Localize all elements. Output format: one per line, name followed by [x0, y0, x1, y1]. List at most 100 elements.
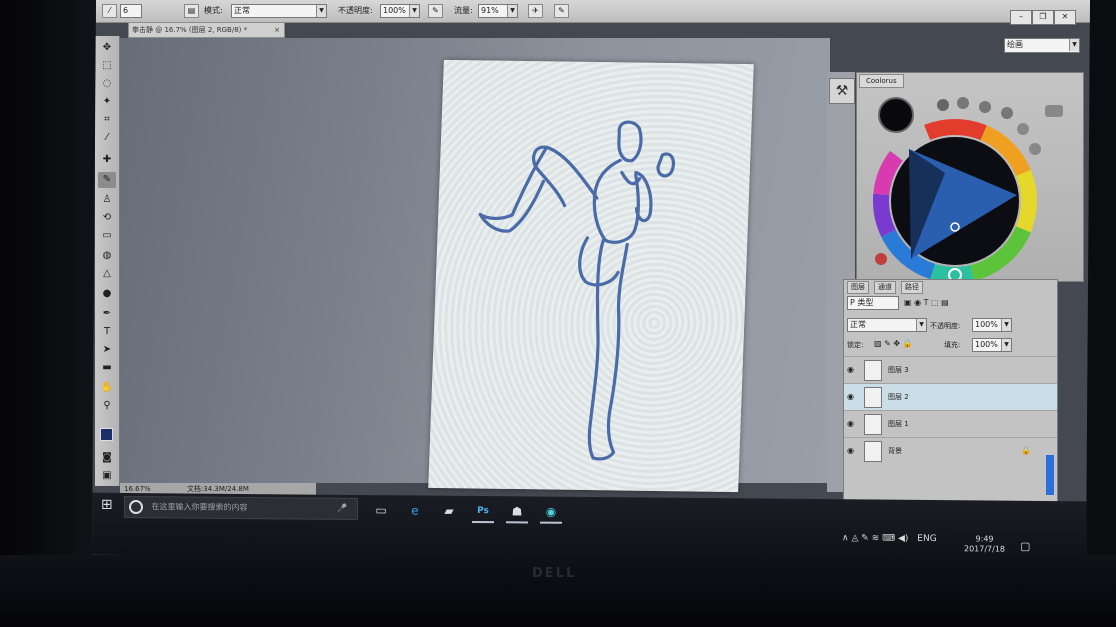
opacity-field[interactable]: 100% ▼: [380, 4, 420, 18]
layer-filter-icons[interactable]: ▣ ◉ T ⬚ ▤: [904, 298, 949, 307]
layer-thumbnail: [864, 441, 882, 462]
notification-icon[interactable]: ▢: [1020, 540, 1030, 553]
wifi-icon[interactable]: ≋: [872, 533, 880, 543]
mode-value: 正常: [234, 6, 250, 15]
search-placeholder: 在这里输入你要搜索的内容: [151, 502, 248, 513]
layer-name: 图层 2: [888, 393, 909, 401]
quick-select-tool-icon[interactable]: ✦: [98, 94, 116, 110]
history-brush-tool-icon[interactable]: ⟲: [98, 210, 116, 226]
sketch-fist: [656, 152, 675, 178]
close-icon[interactable]: ×: [274, 23, 280, 37]
swatch-slot: [1017, 123, 1029, 135]
toolbox: ✥ ⬚ ◌ ✦ ⌗ ⁄ ✚ ✎ ♙ ⟲ ▭ ◍ △ ● ✒ T ➤ ▬ ✋ ⚲ …: [95, 36, 120, 486]
pressure-size-icon[interactable]: ✎: [554, 4, 569, 18]
volume-icon[interactable]: ◀): [898, 534, 908, 544]
screen-mode-icon[interactable]: ▣: [98, 468, 116, 484]
mode-select[interactable]: 正常 ▼: [231, 4, 327, 18]
stamp-tool-icon[interactable]: ♙: [98, 192, 116, 208]
network-icon[interactable]: ◬: [851, 533, 858, 543]
tab-channels[interactable]: 通道: [874, 281, 896, 294]
crop-tool-icon[interactable]: ⌗: [98, 112, 116, 128]
lock-label: 锁定:: [847, 341, 864, 349]
windows-start-icon[interactable]: ⊞: [101, 497, 113, 513]
lock-icons[interactable]: ▨ ✎ ✥ 🔒: [874, 339, 913, 348]
tab-paths[interactable]: 路径: [901, 281, 923, 294]
eye-icon[interactable]: ◉: [847, 365, 854, 374]
app-icon[interactable]: ▰: [438, 501, 460, 521]
workspace-select[interactable]: 绘画 ▼: [1004, 38, 1080, 53]
eye-icon[interactable]: ◉: [847, 419, 854, 428]
eye-icon[interactable]: ◉: [847, 446, 854, 455]
app-mask-icon[interactable]: ☗: [506, 501, 528, 524]
workspace-value: 绘画: [1007, 40, 1023, 49]
swatch-slot: [937, 99, 949, 111]
opacity-value: 100%: [383, 6, 406, 15]
zoom-tool-icon[interactable]: ⚲: [98, 398, 116, 414]
zoom-readout[interactable]: 16.67%: [124, 485, 151, 493]
pressure-opacity-icon[interactable]: ✎: [428, 4, 443, 18]
tab-layers[interactable]: 图层: [847, 281, 869, 294]
eyedropper-tool-icon[interactable]: ⁄: [98, 130, 116, 146]
taskbar-search-box[interactable]: 在这里输入你要搜索的内容 🎤: [124, 495, 358, 520]
clock-date: 2017/7/18: [964, 544, 1006, 554]
pen-icon[interactable]: ✎: [861, 533, 869, 543]
layer-opacity-field[interactable]: 100% ▼: [972, 318, 1012, 332]
app-circle-icon[interactable]: ◉: [540, 501, 562, 524]
eye-icon[interactable]: ◉: [847, 392, 854, 401]
monitor-bezel-left: [0, 0, 100, 627]
layer-row[interactable]: ◉ 背景 🔒: [844, 437, 1057, 464]
lasso-tool-icon[interactable]: ◌: [98, 76, 116, 92]
minimize-button[interactable]: –: [1010, 10, 1032, 25]
restore-button[interactable]: ❐: [1032, 10, 1054, 25]
paint-bucket-tool-icon[interactable]: ◍: [98, 248, 116, 264]
keyboard-icon[interactable]: ⌨: [882, 534, 895, 544]
layers-panel: 图层 通道 路径 P 类型 ▣ ◉ T ⬚ ▤ 正常 ▼ 不透明度: 100% …: [843, 279, 1058, 503]
close-button[interactable]: ✕: [1054, 10, 1076, 25]
airbrush-icon[interactable]: ✈: [528, 4, 543, 18]
brush-tool-icon[interactable]: ✎: [98, 172, 116, 188]
shape-tool-icon[interactable]: ▬: [98, 360, 116, 376]
taskbar-clock[interactable]: 9:49 2017/7/18: [964, 534, 1005, 554]
pen-tool-icon[interactable]: ✒: [98, 306, 116, 322]
task-view-icon[interactable]: ▭: [370, 500, 392, 520]
edge-browser-icon[interactable]: e: [404, 500, 426, 520]
brush-panel-toggle-icon[interactable]: ▤: [184, 4, 199, 18]
brush-tool-preset-icon[interactable]: ⁄: [102, 4, 117, 18]
microphone-icon[interactable]: 🎤: [337, 499, 347, 519]
fill-field[interactable]: 100% ▼: [972, 338, 1012, 352]
coolorus-panel-button[interactable]: ⚒: [829, 78, 855, 104]
chevron-down-icon: ▼: [507, 5, 517, 17]
sketch-head: [617, 120, 643, 163]
dodge-tool-icon[interactable]: ●: [98, 286, 116, 302]
current-color-swatch: [878, 97, 914, 133]
layer-row-selected[interactable]: ◉ 图层 2: [844, 383, 1057, 410]
photoshop-icon[interactable]: Ps: [472, 500, 494, 524]
document-title: 拳击静 @ 16.7% (图层 2, RGB/8) *: [132, 26, 248, 34]
brush-size-picker[interactable]: 6: [120, 4, 142, 18]
flow-label: 流量:: [454, 6, 473, 15]
marquee-tool-icon[interactable]: ⬚: [98, 58, 116, 74]
hand-tool-icon[interactable]: ✋: [98, 380, 116, 396]
color-wheel[interactable]: [857, 73, 1083, 281]
panel-scrollbar[interactable]: [1046, 455, 1054, 495]
layer-thumbnail: [864, 414, 882, 435]
type-tool-icon[interactable]: T: [98, 324, 116, 340]
healing-tool-icon[interactable]: ✚: [98, 152, 116, 168]
quick-mask-icon[interactable]: ◙: [98, 450, 116, 466]
flow-field[interactable]: 91% ▼: [478, 4, 518, 18]
path-select-tool-icon[interactable]: ➤: [98, 342, 116, 358]
layer-filter-select[interactable]: P 类型: [847, 296, 899, 310]
language-indicator[interactable]: ENG: [917, 534, 936, 544]
brush-size-value: 6: [123, 6, 129, 15]
chevron-up-icon[interactable]: ∧: [842, 533, 849, 543]
move-tool-icon[interactable]: ✥: [98, 40, 116, 56]
blend-mode-select[interactable]: 正常 ▼: [847, 318, 927, 332]
layer-row[interactable]: ◉ 图层 1: [844, 410, 1057, 437]
layer-row[interactable]: ◉ 图层 3: [844, 356, 1057, 383]
swatch-slot: [1029, 143, 1041, 155]
foreground-color-swatch[interactable]: [100, 428, 113, 441]
document-tab[interactable]: 拳击静 @ 16.7% (图层 2, RGB/8) * ×: [128, 22, 285, 38]
blur-tool-icon[interactable]: △: [98, 266, 116, 282]
document-canvas[interactable]: [428, 59, 754, 493]
eraser-tool-icon[interactable]: ▭: [98, 228, 116, 244]
